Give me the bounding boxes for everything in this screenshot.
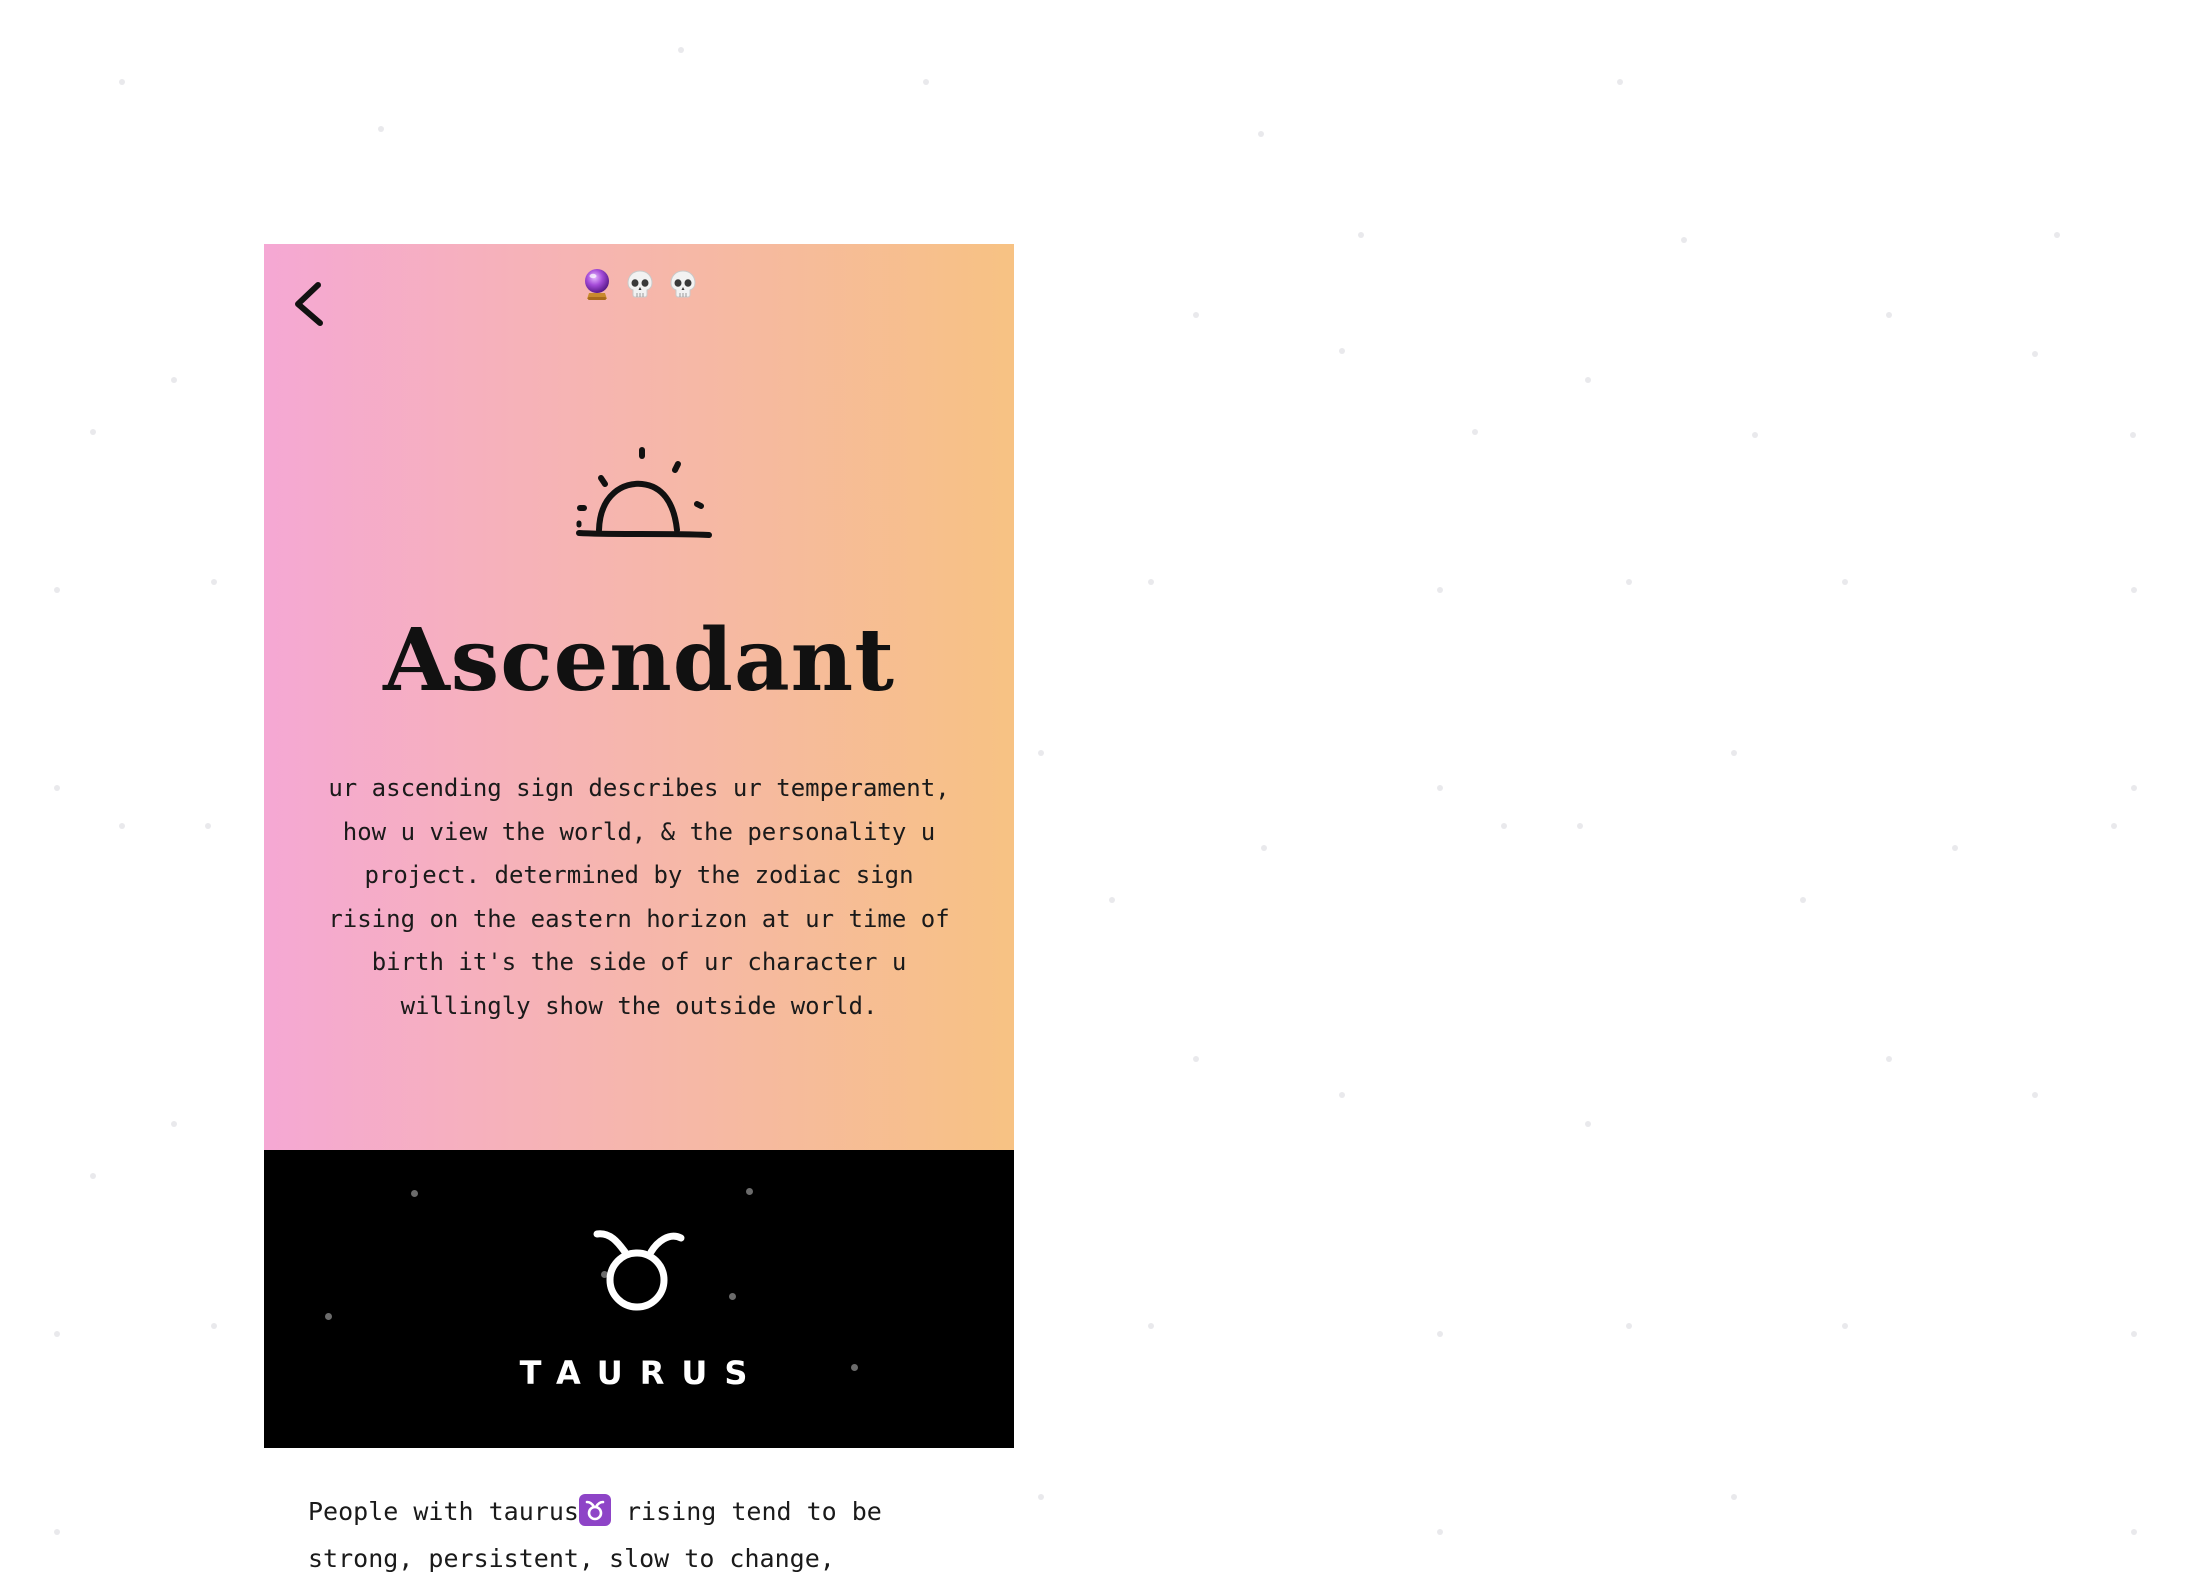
background-dot [1358, 232, 1364, 238]
background-dot [54, 587, 60, 593]
ascendant-description: ur ascending sign describes ur temperame… [328, 774, 950, 1020]
background-dot [1193, 1056, 1199, 1062]
progress-emoji-row [264, 266, 1014, 302]
page-title: Ascendant [383, 610, 895, 711]
background-dot [1339, 348, 1345, 354]
background-dot [1842, 1323, 1848, 1329]
background-dot [1626, 1323, 1632, 1329]
background-dot [1731, 750, 1737, 756]
background-dot [205, 823, 211, 829]
star-dot [729, 1293, 736, 1300]
taurus-icon [593, 1230, 685, 1311]
background-dot [90, 429, 96, 435]
background-dot [211, 579, 217, 585]
background-dot [119, 79, 125, 85]
ascendant-card: Ascendant ur ascending sign describes ur… [264, 244, 1014, 1575]
background-dot [1148, 579, 1154, 585]
background-dot [2131, 1331, 2137, 1337]
background-dot [171, 377, 177, 383]
background-dot [211, 1323, 217, 1329]
background-dot [2131, 1529, 2137, 1535]
background-dot [1038, 750, 1044, 756]
background-dot [1577, 823, 1583, 829]
sign-panel: TAURUS [264, 1150, 1014, 1448]
hero-panel: Ascendant ur ascending sign describes ur… [264, 244, 1014, 1150]
background-dot [2131, 785, 2137, 791]
background-dot [1148, 1323, 1154, 1329]
background-dot [90, 1173, 96, 1179]
background-dot [1585, 1121, 1591, 1127]
background-dot [678, 47, 684, 53]
sunrise-icon [576, 447, 712, 538]
skull-icon [667, 266, 699, 302]
background-dot [1437, 785, 1443, 791]
background-dot [54, 785, 60, 791]
background-dot [54, 1331, 60, 1337]
rising-description: People with taurus rising tend to be str… [308, 1488, 968, 1575]
sign-name: TAURUS [519, 1354, 765, 1392]
background-dot [1626, 579, 1632, 585]
star-dot [746, 1188, 753, 1195]
background-dot [378, 126, 384, 132]
background-dot [1261, 845, 1267, 851]
background-dot [1258, 131, 1264, 137]
background-dot [1109, 897, 1115, 903]
background-dot [54, 1529, 60, 1535]
background-dot [2131, 587, 2137, 593]
background-dot [923, 79, 929, 85]
background-dot [1437, 587, 1443, 593]
background-dot [1681, 237, 1687, 243]
background-dot [1886, 1056, 1892, 1062]
taurus-emoji-icon [578, 1494, 611, 1526]
background-dot [1339, 1092, 1345, 1098]
background-dot [1731, 1494, 1737, 1500]
rising-intro: People with taurus [308, 1497, 579, 1526]
background-dot [2130, 432, 2136, 438]
star-dot [325, 1313, 332, 1320]
background-dot [171, 1121, 177, 1127]
background-dot [2054, 232, 2060, 238]
crystal-ball-icon [581, 266, 613, 302]
background-dot [1752, 432, 1758, 438]
background-dot [2111, 823, 2117, 829]
background-dot [2032, 351, 2038, 357]
background-dot [1437, 1331, 1443, 1337]
background-dot [119, 823, 125, 829]
background-dot [1437, 1529, 1443, 1535]
star-dot [411, 1190, 418, 1197]
background-dot [1585, 377, 1591, 383]
background-dot [1842, 579, 1848, 585]
background-dot [1617, 79, 1623, 85]
background-dot [2032, 1092, 2038, 1098]
background-dot [1952, 845, 1958, 851]
background-dot [1886, 312, 1892, 318]
background-dot [1193, 312, 1199, 318]
background-dot [1800, 897, 1806, 903]
skull-icon [624, 266, 656, 302]
background-dot [1472, 429, 1478, 435]
background-dot [1501, 823, 1507, 829]
background-dot [1038, 1494, 1044, 1500]
